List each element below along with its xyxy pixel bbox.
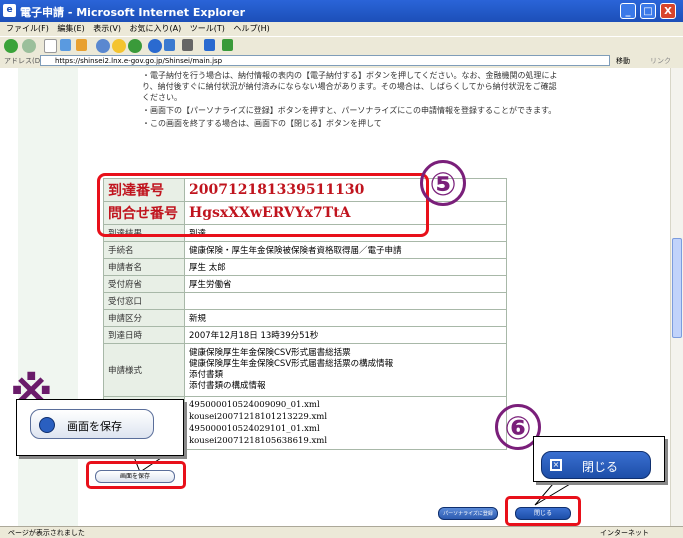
close-button-enlarged[interactable]: × 閉じる	[541, 451, 651, 479]
personalize-button[interactable]: パーソナライズに登録	[438, 507, 498, 520]
status-bar: ページが表示されました インターネット	[0, 526, 683, 538]
close-label: 閉じる	[582, 460, 619, 474]
close-button-highlight	[505, 496, 581, 526]
close-box-icon: ×	[550, 459, 562, 471]
save-button-highlight	[86, 461, 186, 489]
